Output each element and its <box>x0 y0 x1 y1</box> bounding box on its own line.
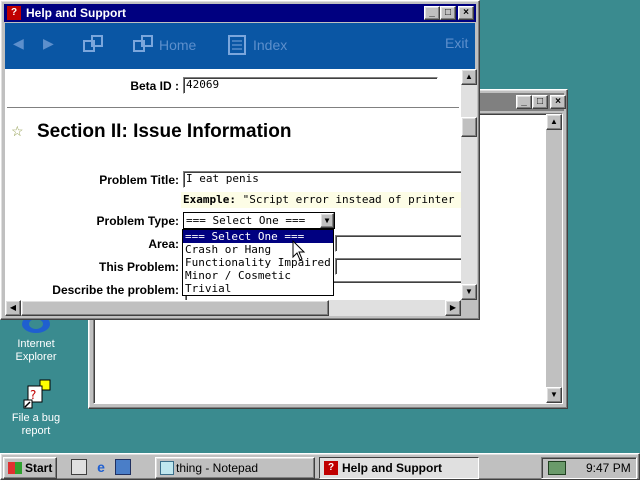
scroll-up-arrow-icon[interactable]: ▲ <box>461 69 477 85</box>
scrollbar-corner <box>461 300 477 316</box>
close-button[interactable]: × <box>458 6 474 20</box>
problem-type-label: Problem Type: <box>96 214 179 228</box>
this-problem-field[interactable] <box>335 258 461 275</box>
notepad-vertical-scrollbar[interactable]: ▲ ▼ <box>546 114 562 403</box>
desktop-icon-label: report <box>21 425 51 437</box>
exit-button[interactable]: Exit <box>445 35 468 51</box>
desktop-icon-label: File a bug <box>11 412 61 424</box>
dropdown-option[interactable]: === Select One === <box>183 230 333 243</box>
forward-arrow-icon: ▶ <box>43 35 54 51</box>
task-button-notepad[interactable]: thing - Notepad <box>155 457 315 479</box>
problem-title-field[interactable]: I eat penis <box>183 171 461 188</box>
example-hint: Example: "Script error instead of printe… <box>181 192 461 208</box>
system-tray: 9:47 PM <box>541 457 637 479</box>
area-field[interactable] <box>335 235 461 252</box>
windows-icon <box>83 35 105 55</box>
quick-launch: e <box>71 459 131 475</box>
clock[interactable]: 9:47 PM <box>586 461 631 475</box>
help-horizontal-scrollbar[interactable]: ◀ ▶ <box>5 300 477 316</box>
index-button[interactable]: Index <box>227 35 287 55</box>
scroll-right-arrow-icon[interactable]: ▶ <box>445 300 461 316</box>
index-label: Index <box>253 37 288 53</box>
example-label: Example: <box>183 193 236 206</box>
help-vertical-scrollbar[interactable]: ▲ ▼ <box>461 69 477 300</box>
problem-title-label: Problem Title: <box>99 173 179 187</box>
bug-report-icon: ? <box>20 378 52 410</box>
dropdown-option[interactable]: Crash or Hang <box>183 243 333 256</box>
problem-type-dropdown-list[interactable]: === Select One === Crash or Hang Functio… <box>182 229 334 296</box>
exit-label: Exit <box>445 35 469 51</box>
maximize-button[interactable]: □ <box>532 95 548 109</box>
channels-icon[interactable] <box>115 459 131 475</box>
home-button[interactable]: Home <box>133 35 196 55</box>
help-window-icon: ? <box>7 6 21 20</box>
scroll-up-arrow-icon[interactable]: ▲ <box>546 114 562 130</box>
problem-type-selected-value: === Select One === <box>186 214 306 227</box>
home-label: Home <box>159 37 197 53</box>
this-problem-label: This Problem: <box>98 260 179 274</box>
scroll-thumb[interactable] <box>461 117 477 137</box>
dropdown-option[interactable]: Minor / Cosmetic <box>183 269 333 282</box>
start-button[interactable]: Start <box>3 457 57 479</box>
desktop-icon-label: Explorer <box>15 351 57 363</box>
windows-logo-icon <box>8 462 22 474</box>
back-button[interactable]: ◀ <box>13 35 24 52</box>
task-button-help-and-support[interactable]: ? Help and Support <box>319 457 479 479</box>
desktop-icon-label: Internet <box>17 338 55 350</box>
file-bug-report-desktop-icon[interactable]: ? File a bug report <box>0 378 72 438</box>
home-icon <box>133 35 155 55</box>
taskbar: Start e thing - Notepad ? Help and Suppo… <box>0 453 640 480</box>
notepad-icon <box>160 461 174 475</box>
area-label: Area: <box>148 237 179 251</box>
star-icon: ☆ <box>11 123 24 139</box>
dropdown-arrow-icon[interactable]: ▼ <box>320 213 334 228</box>
change-view-button[interactable] <box>83 35 109 55</box>
scroll-thumb[interactable] <box>21 300 329 316</box>
internet-explorer-icon[interactable]: e <box>93 459 109 475</box>
scroll-down-arrow-icon[interactable]: ▼ <box>461 284 477 300</box>
scroll-left-arrow-icon[interactable]: ◀ <box>5 300 21 316</box>
help-icon: ? <box>324 461 338 475</box>
problem-type-select[interactable]: === Select One === ▼ <box>183 212 335 229</box>
network-icon[interactable] <box>548 461 566 475</box>
minimize-button[interactable]: _ <box>516 95 532 109</box>
maximize-button[interactable]: □ <box>440 6 456 20</box>
window-title: Help and Support <box>26 6 126 20</box>
forward-button[interactable]: ▶ <box>43 35 54 52</box>
describe-problem-label: Describe the problem: <box>52 283 179 297</box>
help-toolbar: ◀ ▶ Home Index Exit <box>5 23 475 69</box>
task-label: Help and Support <box>342 461 442 475</box>
index-book-icon <box>227 35 249 55</box>
minimize-button[interactable]: _ <box>424 6 440 20</box>
dropdown-option[interactable]: Functionality Impaired <box>183 256 333 269</box>
help-window-titlebar[interactable]: ? Help and Support _ □ × <box>4 4 476 22</box>
start-label: Start <box>25 461 53 475</box>
mouse-cursor-icon <box>292 239 306 265</box>
section-divider <box>7 107 459 109</box>
back-arrow-icon: ◀ <box>13 35 24 51</box>
close-button[interactable]: × <box>550 95 566 109</box>
beta-id-label: Beta ID : <box>130 79 179 93</box>
scroll-down-arrow-icon[interactable]: ▼ <box>546 387 562 403</box>
show-desktop-icon[interactable] <box>71 459 87 475</box>
beta-id-field[interactable]: 42069 <box>183 77 438 94</box>
task-label: thing - Notepad <box>176 461 259 475</box>
dropdown-option[interactable]: Trivial <box>183 282 333 295</box>
section-heading: Section II: Issue Information <box>37 121 292 142</box>
example-text: "Script error instead of printer proper <box>242 193 461 206</box>
